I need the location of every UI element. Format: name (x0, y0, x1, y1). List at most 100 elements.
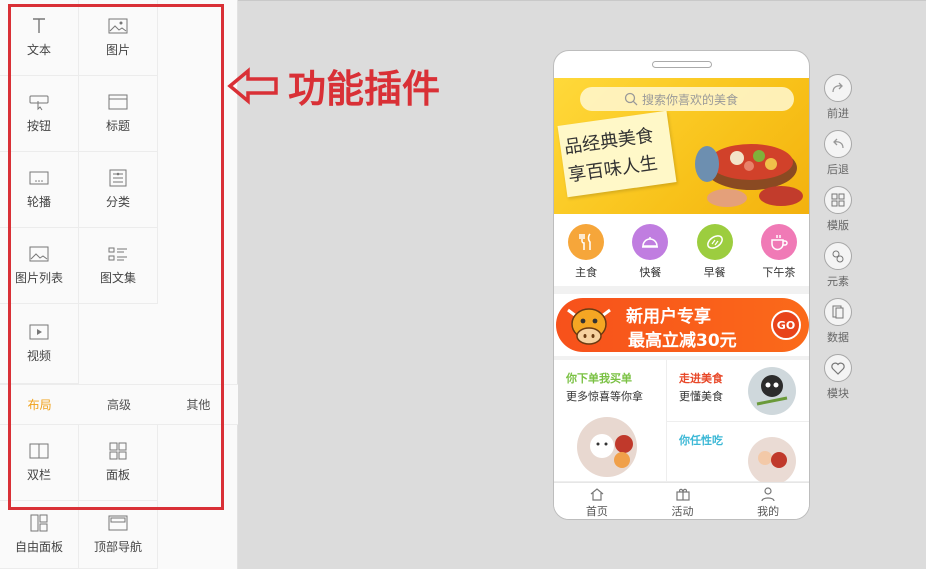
undo-icon (824, 130, 852, 158)
bread-icon (696, 224, 733, 260)
two-column-icon (28, 442, 50, 460)
tab-layout[interactable]: 布局 (0, 385, 79, 424)
fork-knife-icon (568, 224, 605, 260)
tab-mine[interactable]: 我的 (725, 483, 809, 519)
tile-image (748, 437, 796, 485)
search-input[interactable]: 搜索你喜欢的美食 (580, 87, 794, 111)
category-label: 主食 (575, 266, 598, 279)
template-icon (824, 186, 852, 214)
search-icon (624, 92, 638, 106)
plugin-button[interactable]: 按钮 (0, 76, 79, 152)
banner[interactable]: 搜索你喜欢的美食 品经典美食 享百味人生 (554, 78, 809, 214)
tile-title: 你下单我买单 (566, 372, 632, 385)
plugin-image-list[interactable]: 图片列表 (0, 228, 79, 304)
tile-food[interactable]: 走进美食 更懂美食 (667, 360, 809, 422)
category-label: 下午茶 (762, 266, 796, 279)
arrow-left-icon (227, 66, 278, 105)
plugin-text-image-set[interactable]: 图文集 (79, 228, 158, 304)
plugin-label: 顶部导航 (93, 540, 142, 554)
tile-subtitle: 更多惊喜等你拿 (566, 390, 643, 403)
tile-image (577, 417, 637, 477)
plugin-label: 标题 (105, 119, 130, 133)
tile-order[interactable]: 你下单我买单 更多惊喜等你拿 (554, 360, 667, 482)
divider (554, 286, 809, 294)
plugin-label: 图片列表 (14, 271, 63, 285)
tab-advanced[interactable]: 高级 (79, 385, 158, 424)
redo-button[interactable]: 前进 (820, 74, 856, 121)
image-list-icon (28, 245, 50, 263)
bottom-tabbar: 首页 活动 我的 (554, 482, 809, 519)
plugin-label: 分类 (105, 195, 130, 209)
plugin-label: 图文集 (99, 271, 136, 285)
category-label: 快餐 (639, 266, 662, 279)
cup-icon (760, 224, 797, 260)
phone-preview: 搜索你喜欢的美食 品经典美食 享百味人生 主食 快餐 早餐 下午茶 新用户专享 … (553, 50, 810, 520)
title-icon (107, 93, 129, 111)
plugin-two-column[interactable]: 双栏 (0, 425, 79, 501)
go-button[interactable]: GO (771, 310, 801, 340)
plugin-text[interactable]: 文本 (0, 0, 79, 76)
plugin-label: 视频 (26, 349, 51, 363)
tab-home[interactable]: 首页 (554, 483, 640, 519)
video-icon (28, 323, 50, 341)
tab-label: 我的 (757, 504, 780, 518)
data-button[interactable]: 数据 (820, 298, 856, 345)
tool-label: 模版 (827, 219, 849, 232)
top-nav-icon (107, 514, 129, 532)
tile-eat[interactable]: 你任性吃 (667, 422, 809, 485)
image-icon (107, 17, 129, 35)
tab-activity[interactable]: 活动 (640, 483, 726, 519)
carousel-icon (28, 169, 50, 187)
plugin-label: 文本 (26, 43, 51, 57)
plugin-label: 双栏 (26, 468, 51, 482)
text-image-set-icon (107, 245, 129, 263)
plugin-tabs: 布局 高级 其他 (0, 384, 238, 425)
plugin-video[interactable]: 视频 (0, 304, 79, 384)
promo-line-1: 新用户专享 (626, 307, 711, 327)
tool-label: 前进 (827, 107, 849, 120)
plugin-carousel[interactable]: 轮播 (0, 152, 79, 228)
button-icon (28, 93, 50, 111)
category-fast-food[interactable]: 快餐 (622, 224, 678, 286)
free-panel-icon (28, 514, 50, 532)
annotation: 功能插件 (226, 58, 440, 113)
cow-mascot-icon (567, 308, 611, 345)
promo-bar: 新用户专享 最高立减30元 GO (556, 298, 809, 352)
tool-label: 元素 (827, 275, 849, 288)
template-button[interactable]: 模版 (820, 186, 856, 233)
plugin-image[interactable]: 图片 (79, 0, 158, 76)
plugin-category[interactable]: 分类 (79, 152, 158, 228)
tile-image (748, 367, 796, 415)
undo-button[interactable]: 后退 (820, 130, 856, 177)
plugin-label: 按钮 (26, 119, 51, 133)
tab-label: 首页 (585, 504, 608, 518)
canvas-border (238, 0, 926, 4)
text-icon (28, 17, 50, 35)
plugin-title[interactable]: 标题 (79, 76, 158, 152)
plugin-top-nav[interactable]: 顶部导航 (79, 501, 158, 569)
panel-icon (107, 442, 129, 460)
element-button[interactable]: 元素 (820, 242, 856, 289)
redo-icon (824, 74, 852, 102)
category-breakfast[interactable]: 早餐 (687, 224, 743, 286)
element-icon (824, 242, 852, 270)
category-icon (107, 169, 129, 187)
plugin-panel-item[interactable]: 面板 (79, 425, 158, 501)
category-main-food[interactable]: 主食 (558, 224, 614, 286)
tab-label: 活动 (671, 504, 694, 518)
promo-line-2: 最高立减30元 (628, 331, 737, 351)
plugin-free-panel[interactable]: 自由面板 (0, 501, 79, 569)
food-image (695, 144, 803, 207)
module-button[interactable]: 模块 (820, 354, 856, 401)
plugin-label: 面板 (105, 468, 130, 482)
plugin-label: 自由面板 (14, 540, 63, 554)
user-icon (761, 486, 775, 501)
plugin-label: 轮播 (26, 195, 51, 209)
category-afternoon-tea[interactable]: 下午茶 (751, 224, 807, 286)
home-icon (590, 487, 604, 501)
promo-banner[interactable]: 新用户专享 最高立减30元 GO (554, 296, 809, 354)
plugin-label: 图片 (105, 43, 130, 57)
tile-subtitle: 更懂美食 (679, 390, 723, 403)
tool-label: 数据 (827, 331, 849, 344)
tab-other[interactable]: 其他 (159, 385, 238, 424)
